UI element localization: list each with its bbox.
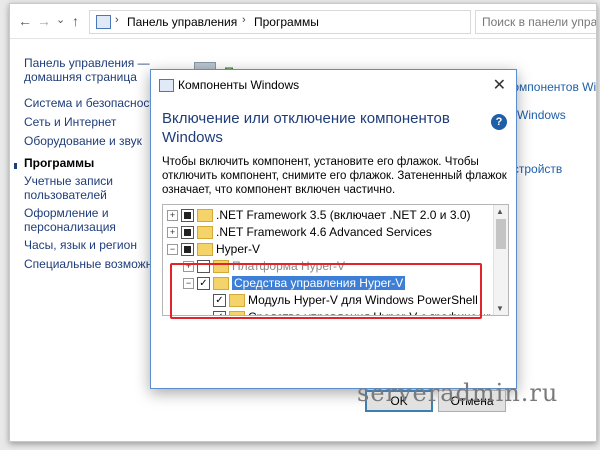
up-button[interactable]: ↑ (72, 13, 79, 29)
nav-hardware-sound[interactable]: Оборудование и звук (24, 134, 142, 148)
control-panel-window: ← → ⌄ ↑ › Панель управления › Программы … (9, 3, 597, 442)
search-placeholder: Поиск в панели упра (482, 15, 597, 29)
watermark: serveradmin.ru (357, 379, 559, 407)
folder-icon (197, 209, 213, 222)
chevron-right-icon[interactable]: › (115, 14, 119, 26)
nav-user-accounts-line1[interactable]: Учетные записи (24, 174, 113, 188)
feature-checkbox[interactable] (181, 226, 194, 239)
scroll-down-icon[interactable]: ▼ (496, 304, 504, 313)
window-icon (159, 79, 174, 92)
scroll-up-icon[interactable]: ▲ (496, 207, 504, 216)
nav-clock-language[interactable]: Часы, язык и регион (24, 238, 137, 252)
highlight-box (170, 263, 482, 319)
control-panel-icon (96, 15, 111, 29)
scroll-thumb[interactable] (496, 219, 506, 249)
expand-icon[interactable]: + (167, 227, 178, 238)
feature-label: .NET Framework 4.6 Advanced Services (216, 225, 432, 239)
forward-button[interactable]: → (37, 13, 51, 29)
help-icon[interactable]: ? (491, 114, 507, 130)
folder-icon (197, 243, 213, 256)
folder-icon (197, 226, 213, 239)
dialog-heading: Включение или отключение компонентов Win… (162, 110, 450, 146)
expand-icon[interactable]: + (167, 210, 178, 221)
nav-appearance-line1[interactable]: Оформление и (24, 206, 109, 220)
features-link[interactable]: компонентов Windo (507, 80, 596, 94)
current-section-marker (14, 163, 17, 169)
back-button[interactable]: ← (18, 13, 32, 29)
nav-network-internet[interactable]: Сеть и Интернет (24, 115, 116, 129)
nav-appearance-line2[interactable]: персонализация (24, 220, 116, 234)
recent-dropdown-button[interactable]: ⌄ (56, 13, 65, 26)
address-bar[interactable]: › Панель управления › Программы (89, 10, 471, 34)
address-toolbar: ← → ⌄ ↑ › Панель управления › Программы … (10, 4, 596, 39)
feature-label: .NET Framework 3.5 (включает .NET 2.0 и … (216, 208, 471, 222)
feature-row[interactable]: + .NET Framework 3.5 (включает .NET 2.0 и… (163, 207, 493, 224)
feature-row[interactable]: − Hyper-V (163, 241, 493, 258)
nav-home-line1[interactable]: Панель управления — (24, 56, 150, 70)
collapse-icon[interactable]: − (167, 244, 178, 255)
breadcrumb-programs[interactable]: Программы (254, 15, 319, 29)
breadcrumb-control-panel[interactable]: Панель управления (127, 15, 237, 29)
dialog-description: Чтобы включить компонент, установите его… (162, 156, 507, 196)
dialog-title: Компоненты Windows (178, 78, 300, 92)
windows-features-dialog: Компоненты Windows ✕ Включение или отклю… (150, 69, 517, 412)
nav-system-security[interactable]: Система и безопасность (24, 96, 161, 110)
dialog-body: Включение или отключение компонентов Win… (151, 100, 516, 412)
feature-checkbox[interactable] (181, 243, 194, 256)
feature-label: Hyper-V (216, 242, 261, 256)
nav-user-accounts-line2[interactable]: пользователей (24, 188, 107, 202)
feature-checkbox[interactable] (181, 209, 194, 222)
tree-scrollbar[interactable]: ▲ ▼ (493, 205, 508, 315)
nav-home-line2[interactable]: домашняя страница (24, 70, 137, 84)
dialog-titlebar[interactable]: Компоненты Windows ✕ (151, 70, 516, 100)
feature-row[interactable]: + .NET Framework 4.6 Advanced Services (163, 224, 493, 241)
nav-programs[interactable]: Программы (24, 156, 94, 170)
close-icon[interactable]: ✕ (493, 75, 506, 95)
search-input[interactable]: Поиск в панели упра (475, 10, 597, 34)
chevron-right-icon[interactable]: › (242, 14, 246, 26)
